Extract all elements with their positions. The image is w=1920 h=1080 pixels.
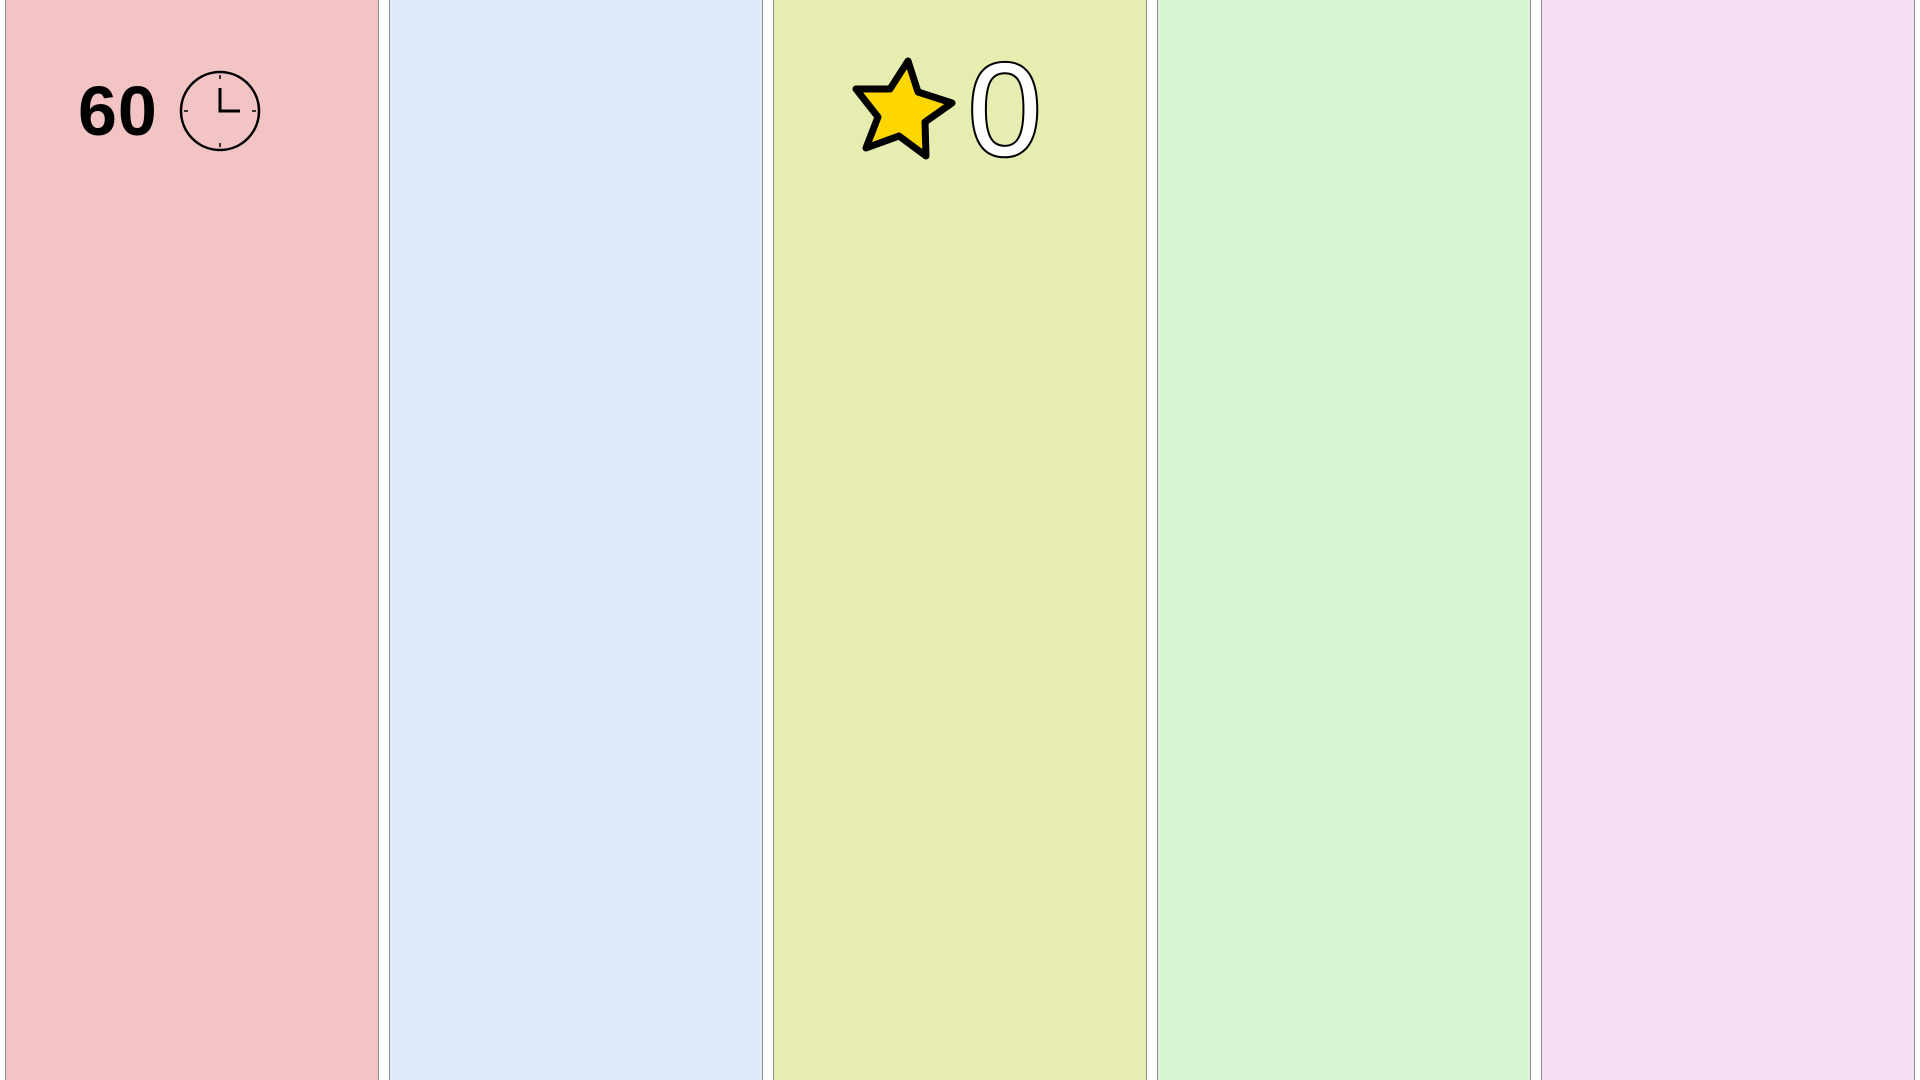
score-value: 0 [966, 36, 1043, 183]
lane-1[interactable] [5, 0, 379, 1080]
lane-5[interactable] [1541, 0, 1915, 1080]
score: 0 [850, 42, 1043, 178]
game-board: 60 0 [0, 0, 1920, 1080]
star-icon [852, 57, 956, 160]
lane-2[interactable] [389, 0, 763, 1080]
clock-icon [179, 70, 261, 152]
lane-4[interactable] [1157, 0, 1531, 1080]
timer-value: 60 [78, 72, 158, 150]
timer: 60 [78, 68, 262, 154]
